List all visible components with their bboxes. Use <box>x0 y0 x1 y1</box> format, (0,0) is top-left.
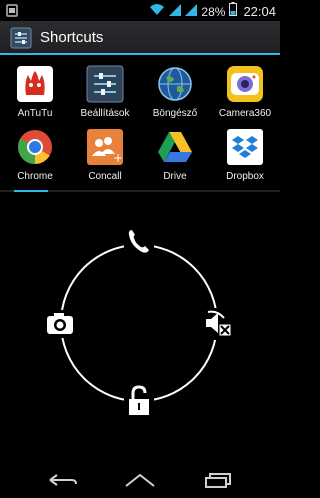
wifi-icon <box>149 3 165 21</box>
dropbox-icon <box>226 128 264 166</box>
phone-icon[interactable] <box>124 226 154 256</box>
silent-mode-icon[interactable] <box>202 308 234 340</box>
battery-icon <box>229 2 238 21</box>
notification-icon <box>6 4 18 22</box>
status-bar: 28% 22:04 <box>0 0 280 21</box>
app-antutu[interactable]: AnTuTu <box>0 65 70 119</box>
settings-icon <box>86 65 124 103</box>
signal-icon <box>169 3 182 21</box>
signal-icon <box>185 3 198 21</box>
home-icon[interactable] <box>124 472 156 493</box>
app-label: Drive <box>163 171 187 182</box>
battery-percent: 28% <box>201 4 226 19</box>
svg-text:+: + <box>113 151 123 165</box>
camera360-icon <box>226 65 264 103</box>
app-label: Dropbox <box>226 171 264 182</box>
app-concall[interactable]: + Concall <box>70 128 140 182</box>
page-indicator <box>0 190 280 192</box>
lock-ring[interactable] <box>0 220 280 430</box>
app-browser[interactable]: Böngésző <box>140 65 210 119</box>
concall-icon: + <box>86 128 124 166</box>
app-label: AnTuTu <box>17 108 53 119</box>
navigation-bar <box>0 462 280 498</box>
app-settings[interactable]: Beállítások <box>70 65 140 119</box>
app-dropbox[interactable]: Dropbox <box>210 128 280 182</box>
chrome-icon <box>16 128 54 166</box>
clock: 22:04 <box>243 4 276 19</box>
page-indicator-active <box>14 190 48 192</box>
app-label: Beállítások <box>80 108 130 119</box>
unlock-icon[interactable] <box>124 385 154 417</box>
app-label: Camera360 <box>218 108 272 119</box>
app-camera360[interactable]: Camera360 <box>210 65 280 119</box>
drive-icon <box>156 128 194 166</box>
page-title: Shortcuts <box>40 29 104 46</box>
app-drive[interactable]: Drive <box>140 128 210 182</box>
browser-globe-icon <box>156 65 194 103</box>
app-label: Chrome <box>17 171 53 182</box>
shortcuts-app-icon[interactable] <box>10 27 32 54</box>
antutu-icon <box>16 65 54 103</box>
recents-icon[interactable] <box>204 472 232 493</box>
ring-circle <box>60 244 218 402</box>
action-bar: Shortcuts <box>0 21 280 55</box>
camera-icon[interactable] <box>45 310 75 338</box>
back-icon[interactable] <box>48 472 78 493</box>
app-label: Böngésző <box>152 108 198 119</box>
app-chrome[interactable]: Chrome <box>0 128 70 182</box>
app-label: Concall <box>88 171 122 182</box>
